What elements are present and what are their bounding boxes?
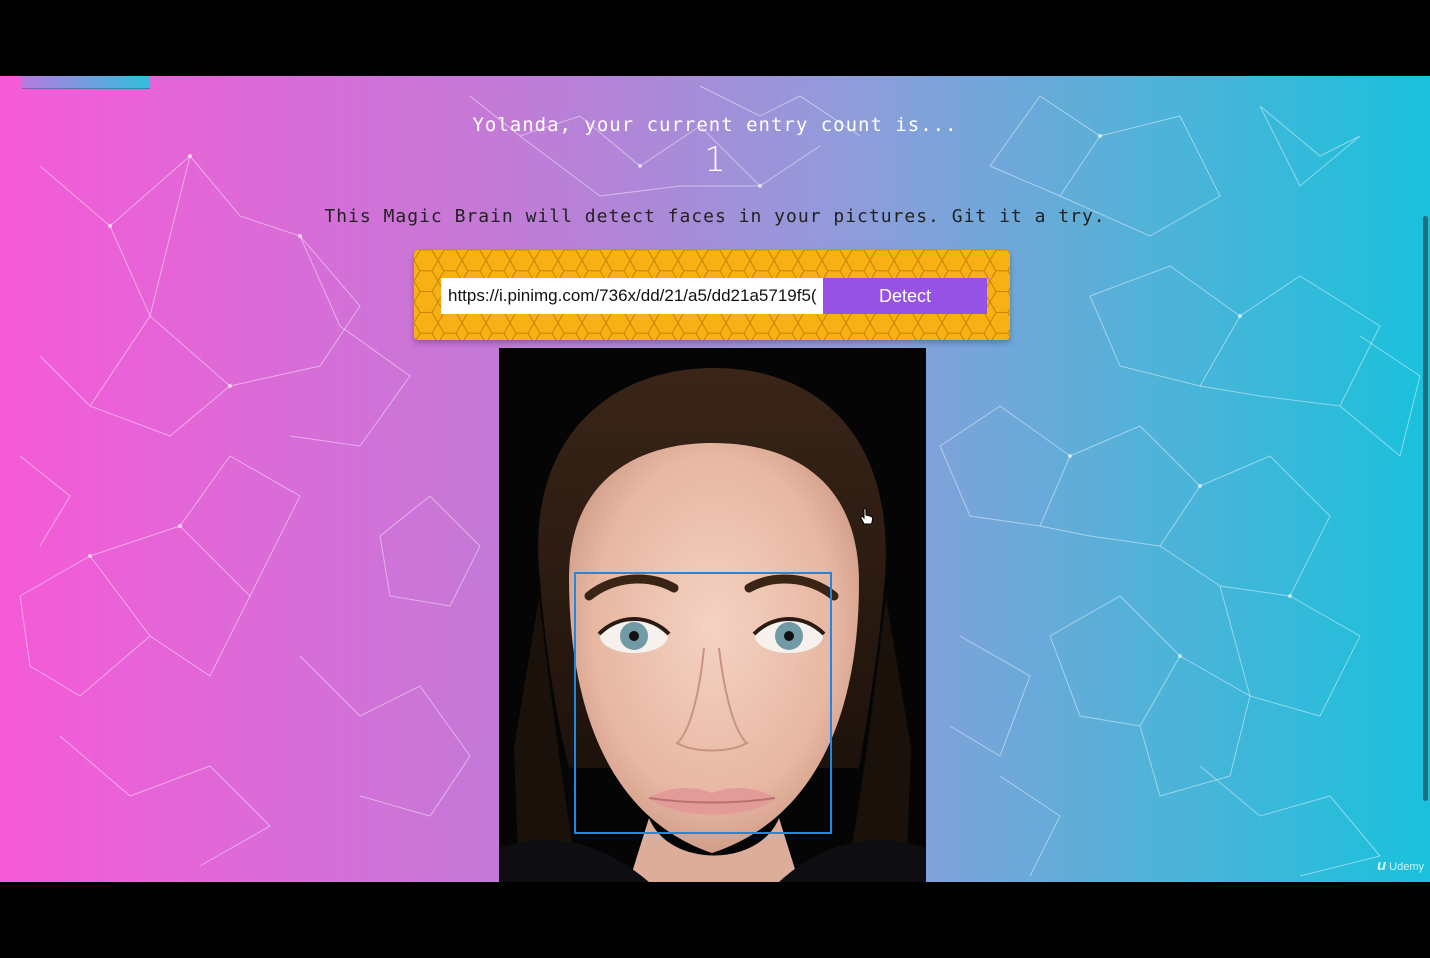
app-background: Yolanda, your current entry count is... …	[0, 76, 1430, 882]
udemy-watermark: u Udemy	[1377, 857, 1424, 874]
image-link-form: https://i.pinimg.com/736x/dd/21/a5/dd21a…	[414, 250, 1010, 340]
detect-button[interactable]: Detect	[823, 278, 987, 314]
nav-tab[interactable]	[22, 76, 150, 89]
watermark-text: Udemy	[1389, 861, 1424, 873]
scrollbar-thumb[interactable]	[1423, 216, 1428, 801]
face-image	[499, 348, 926, 882]
udemy-logo-icon: u	[1376, 857, 1387, 874]
letterbox-top	[0, 0, 1430, 76]
rank-message: Yolanda, your current entry count is...	[472, 114, 958, 136]
entry-count: 1	[704, 140, 726, 180]
image-url-input[interactable]: https://i.pinimg.com/736x/dd/21/a5/dd21a…	[441, 278, 823, 314]
hand-pointer-icon	[860, 507, 874, 525]
tagline: This Magic Brain will detect faces in yo…	[324, 206, 1106, 227]
face-bounding-box	[574, 572, 832, 834]
letterbox-bottom	[0, 882, 1430, 958]
